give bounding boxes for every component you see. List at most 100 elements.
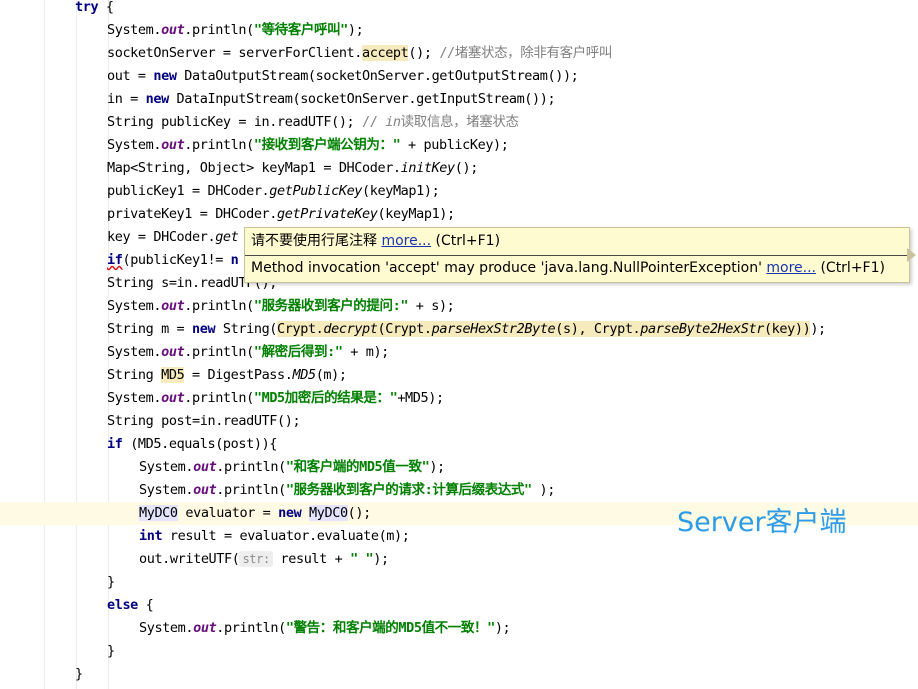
code-text: String(: [215, 321, 278, 337]
code-text: privateKey1 = DHCoder.: [107, 206, 278, 222]
static-field: out: [161, 298, 185, 314]
tooltip-more-link[interactable]: more...: [381, 233, 431, 249]
code-text: }: [75, 666, 83, 682]
static-field: out: [161, 344, 185, 360]
code-text: + m);: [342, 344, 389, 360]
tooltip-message: Method invocation 'accept' may produce '…: [251, 260, 767, 276]
code-line[interactable]: }: [107, 640, 115, 663]
static-method: parseHexStr2Byte: [431, 321, 556, 337]
code-text: in =: [107, 91, 146, 107]
parameter-hint: str:: [239, 551, 273, 567]
code-line[interactable]: System.out.println("服务器收到客户的提问:" + s);: [107, 295, 455, 318]
code-line[interactable]: System.out.println("和客户端的MD5值一致");: [139, 456, 445, 479]
comment: //: [362, 114, 386, 130]
code-text: (s), Crypt.: [555, 321, 641, 337]
string-literal: "和客户端的MD5值一致": [285, 459, 430, 475]
tooltip-pointer-icon: [907, 248, 916, 262]
code-text: out =: [107, 68, 154, 84]
code-text: (keyMap1);: [377, 206, 455, 222]
code-text: System.: [139, 482, 194, 498]
keyword: new: [145, 91, 170, 107]
static-method: decrypt: [323, 321, 378, 337]
code-line[interactable]: String publicKey = in.readUTF(); // in读取…: [107, 111, 519, 134]
code-text: result = evaluator.evaluate(m);: [162, 528, 410, 544]
code-line[interactable]: System.out.println("等待客户呼叫");: [107, 19, 364, 42]
comment: //堵塞状态，除非有客户呼叫: [439, 45, 612, 61]
code-line[interactable]: }: [75, 663, 83, 686]
static-field: out: [193, 459, 217, 475]
tooltip-more-link[interactable]: more...: [766, 260, 816, 276]
static-field: out: [161, 22, 185, 38]
code-text: System.: [139, 459, 194, 475]
code-editor[interactable]: try { System.out.println("等待客户呼叫"); sock…: [0, 0, 918, 689]
code-line[interactable]: try {: [75, 0, 114, 19]
keyword: new: [192, 321, 216, 337]
code-text: (key)): [763, 321, 811, 337]
keyword: new: [153, 68, 177, 84]
static-method: getPrivateKey: [277, 206, 378, 222]
code-text: (MD5.equals(post)){: [122, 436, 278, 452]
code-text: out.writeUTF(: [139, 551, 240, 567]
code-text: String m =: [107, 321, 193, 337]
code-line[interactable]: String post=in.readUTF();: [107, 410, 301, 433]
code-text: {: [137, 597, 154, 613]
code-line[interactable]: System.out.println("服务器收到客户的请求:计算后缀表达式" …: [139, 479, 555, 502]
code-text: Map<String, Object> keyMap1 = DHCoder.: [107, 160, 401, 176]
code-line[interactable]: System.out.println("MD5加密后的结果是："+MD5);: [107, 387, 444, 410]
code-line[interactable]: System.out.println("接收到客户端公钥为：" + public…: [107, 134, 509, 157]
keyword: int: [139, 528, 163, 544]
code-text: ();: [408, 45, 440, 61]
code-line[interactable]: int result = evaluator.evaluate(m);: [139, 525, 410, 548]
code-line[interactable]: else {: [107, 594, 154, 617]
code-text: (Crypt.: [377, 321, 433, 337]
code-line[interactable]: if(publicKey1!= n: [107, 249, 239, 272]
string-literal: "服务器收到客户的请求:计算后缀表达式": [285, 482, 532, 498]
code-line[interactable]: System.out.println("警告：和客户端的MD5值不一致！");: [139, 617, 511, 640]
code-text: publicKey1 = DHCoder.: [107, 183, 270, 199]
code-text: .println(: [216, 482, 286, 498]
static-method: get: [215, 229, 239, 245]
keyword: if: [107, 436, 123, 452]
code-line[interactable]: System.out.println("解密后得到:" + m);: [107, 341, 389, 364]
code-line[interactable]: key = DHCoder.get: [107, 226, 239, 249]
code-text: (m);: [315, 367, 347, 383]
code-text: (publicKey1!=: [122, 252, 231, 268]
code-text: .println(: [184, 22, 254, 38]
code-line[interactable]: in = new DataInputStream(socketOnServer.…: [107, 88, 556, 111]
warning-highlight[interactable]: MD5: [161, 367, 185, 383]
code-line[interactable]: out.writeUTF(str: result + " ");: [139, 548, 389, 571]
code-line[interactable]: if (MD5.equals(post)){: [107, 433, 277, 456]
code-line[interactable]: String MD5 = DigestPass.MD5(m);: [107, 364, 347, 387]
warning-highlight[interactable]: Crypt.decrypt(Crypt.parseHexStr2Byte(s),…: [277, 321, 811, 337]
string-literal: "MD5加密后的结果是：": [253, 390, 398, 406]
indent-guide: [44, 0, 45, 689]
code-text: }: [107, 643, 115, 659]
string-literal: "等待客户呼叫": [253, 22, 348, 38]
code-text: +MD5);: [397, 390, 444, 406]
code-line[interactable]: socketOnServer = serverForClient.accept(…: [107, 42, 612, 65]
code-line[interactable]: }: [107, 571, 115, 594]
static-field: out: [161, 137, 185, 153]
code-text: .println(: [184, 344, 254, 360]
code-text: System.: [107, 298, 162, 314]
code-text: socketOnServer = serverForClient.: [107, 45, 363, 61]
string-literal: " ": [350, 551, 374, 567]
code-text: );: [429, 459, 445, 475]
keyword: else: [107, 597, 138, 613]
code-text: System.: [107, 137, 162, 153]
code-text: }: [107, 574, 115, 590]
code-text: evaluator =: [177, 505, 279, 521]
code-line[interactable]: privateKey1 = DHCoder.getPrivateKey(keyM…: [107, 203, 455, 226]
warning-highlight[interactable]: accept: [362, 45, 409, 61]
code-line[interactable]: publicKey1 = DHCoder.getPublicKey(keyMap…: [107, 180, 440, 203]
identifier-highlight: MyDC0: [139, 505, 178, 521]
keyword: n: [230, 252, 239, 268]
indent-guide: [76, 0, 77, 689]
code-line[interactable]: MyDC0 evaluator = new MyDC0();: [139, 502, 371, 525]
code-line[interactable]: String m = new String(Crypt.decrypt(Cryp…: [107, 318, 826, 341]
code-line[interactable]: Map<String, Object> keyMap1 = DHCoder.in…: [107, 157, 478, 180]
string-literal: "解密后得到:": [253, 344, 343, 360]
code-text: key = DHCoder.: [107, 229, 216, 245]
code-line[interactable]: out = new DataOutputStream(socketOnServe…: [107, 65, 579, 88]
